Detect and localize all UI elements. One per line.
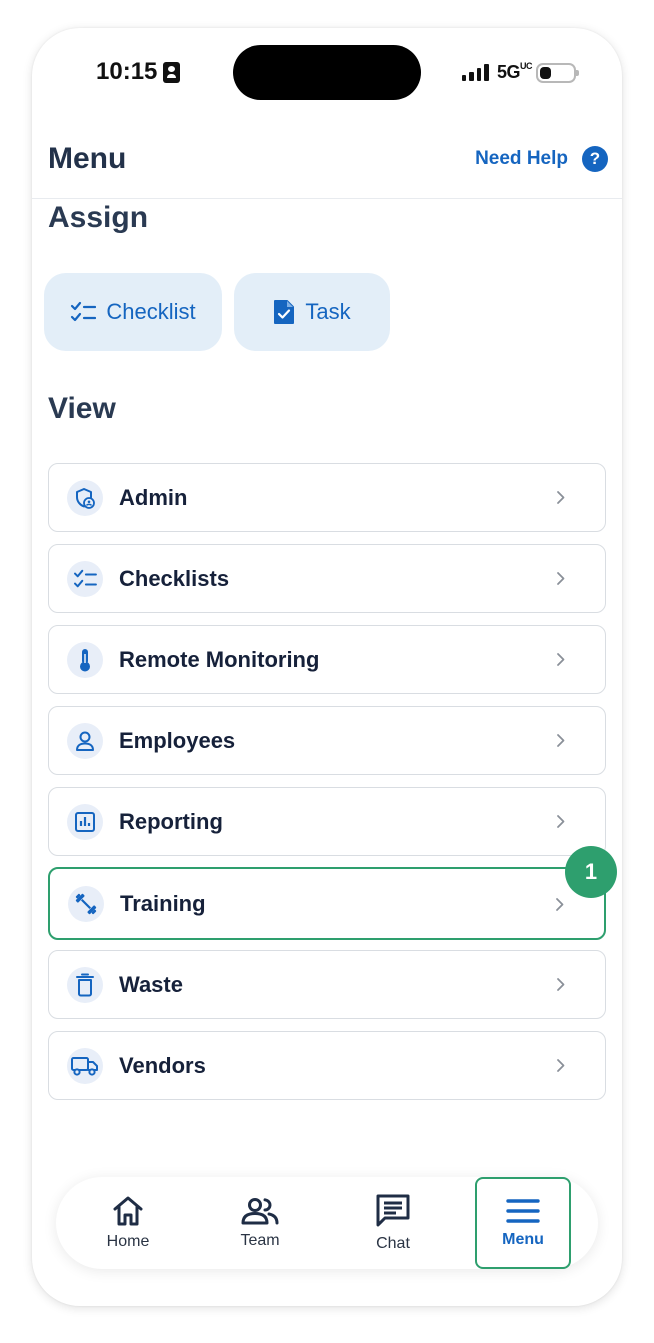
- chevron-right-icon: [557, 653, 565, 666]
- assign-task-button[interactable]: Task: [234, 273, 390, 351]
- status-indicators: 5GUC: [461, 61, 579, 83]
- dynamic-island: [233, 45, 421, 100]
- phone-screen: 10:15 5GUC Menu Need Help ? Assign Check…: [32, 28, 622, 1306]
- need-help-button[interactable]: Need Help ?: [475, 146, 608, 172]
- assign-checklist-button[interactable]: Checklist: [44, 273, 222, 351]
- network-label: 5G: [496, 62, 521, 82]
- task-document-icon: [274, 300, 295, 324]
- view-item-admin[interactable]: Admin: [48, 463, 606, 532]
- nav-team-label: Team: [240, 1232, 280, 1249]
- view-section-title: View: [48, 392, 116, 425]
- chevron-right-icon: [556, 898, 564, 911]
- help-icon: ?: [582, 146, 608, 172]
- nav-chat[interactable]: Chat: [345, 1177, 441, 1269]
- page-header: Menu Need Help ?: [32, 128, 622, 199]
- nav-menu[interactable]: Menu: [475, 1177, 571, 1269]
- nav-team[interactable]: Team: [212, 1177, 308, 1269]
- trash-icon: [67, 966, 103, 1003]
- battery-icon: [536, 62, 579, 83]
- menu-icon: [506, 1199, 540, 1223]
- home-icon: [113, 1196, 143, 1226]
- network-suffix: UC: [520, 61, 533, 71]
- chevron-right-icon: [557, 1059, 565, 1072]
- id-card-icon: [163, 61, 181, 83]
- bar-chart-icon: [67, 803, 103, 840]
- nav-menu-label: Menu: [502, 1231, 544, 1248]
- nav-home-label: Home: [106, 1233, 150, 1250]
- checklist-icon: [71, 301, 97, 322]
- view-item-waste[interactable]: Waste: [48, 950, 606, 1019]
- signal-icon: [461, 64, 489, 81]
- view-item-checklists[interactable]: Checklists: [48, 544, 606, 613]
- view-item-label: Admin: [119, 484, 188, 510]
- view-item-reporting[interactable]: Reporting: [48, 787, 606, 856]
- view-item-label: Reporting: [119, 808, 223, 834]
- view-item-remote-monitoring[interactable]: Remote Monitoring: [48, 625, 606, 694]
- step-badge: 1: [565, 846, 617, 898]
- chevron-right-icon: [557, 572, 565, 585]
- view-item-label: Employees: [119, 727, 236, 753]
- person-icon: [67, 722, 103, 759]
- bottom-nav: Home Team Chat Menu: [56, 1177, 598, 1269]
- chevron-right-icon: [557, 815, 565, 828]
- page-title: Menu: [48, 142, 127, 175]
- view-item-label: Checklists: [119, 565, 230, 591]
- chevron-right-icon: [557, 734, 565, 747]
- thermometer-icon: [67, 641, 103, 678]
- team-icon: [241, 1198, 279, 1225]
- assign-section-title: Assign: [48, 201, 149, 234]
- status-time-text: 10:15: [96, 58, 158, 85]
- view-item-label: Training: [120, 890, 206, 916]
- view-item-label: Remote Monitoring: [119, 646, 320, 672]
- checklist-icon: [67, 560, 103, 597]
- chat-icon: [376, 1194, 410, 1227]
- dumbbell-icon: [68, 885, 104, 922]
- assign-task-label: Task: [305, 299, 351, 324]
- chevron-right-icon: [557, 491, 565, 504]
- view-item-label: Vendors: [119, 1052, 206, 1078]
- status-time: 10:15: [96, 58, 181, 86]
- need-help-label: Need Help: [475, 148, 568, 169]
- chevron-right-icon: [557, 978, 565, 991]
- view-item-training[interactable]: Training: [48, 867, 606, 940]
- nav-chat-label: Chat: [376, 1235, 410, 1252]
- view-item-employees[interactable]: Employees: [48, 706, 606, 775]
- view-item-vendors[interactable]: Vendors: [48, 1031, 606, 1100]
- assign-checklist-label: Checklist: [106, 299, 196, 324]
- network-indicator: 5GUC: [496, 61, 533, 83]
- admin-shield-icon: [67, 479, 103, 516]
- truck-icon: [67, 1047, 103, 1084]
- view-item-label: Waste: [119, 971, 183, 997]
- nav-home[interactable]: Home: [80, 1177, 176, 1269]
